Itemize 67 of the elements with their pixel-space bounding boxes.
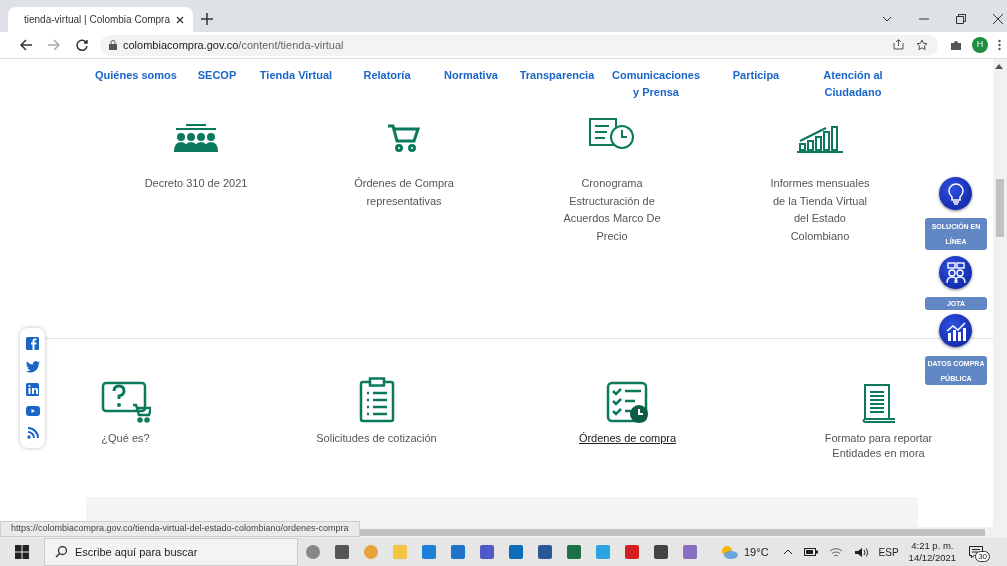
facebook-icon (26, 337, 39, 351)
feature-link[interactable]: Solicitudes de cotización (306, 431, 447, 446)
speaker-icon (853, 546, 868, 558)
twitter-icon (25, 360, 40, 373)
document-icon (860, 383, 897, 423)
nav-link[interactable]: Quiénes somos (95, 67, 177, 103)
reload-icon (76, 39, 88, 51)
chevron-up-icon (782, 549, 793, 555)
feature-link[interactable]: Órdenes de compra (557, 431, 698, 446)
language-indicator[interactable]: ESP (878, 544, 899, 560)
feature-link[interactable]: Informes mensuales de la Tienda Virtual del Estado Colombiano (765, 175, 875, 245)
people-chat-icon (944, 261, 967, 284)
more-icon (998, 39, 1001, 51)
star-icon (916, 39, 928, 51)
feature-link[interactable]: ¿Qué es? (55, 431, 196, 446)
vertical-scrollbar[interactable] (993, 59, 1007, 527)
feature-link[interactable]: Órdenes de Compra representativas (349, 175, 459, 210)
minimize-icon (919, 18, 929, 20)
question-cart-icon (100, 381, 151, 423)
linkedin-icon (26, 382, 39, 396)
lock-icon (109, 40, 117, 50)
battery-icon (803, 548, 818, 556)
nav-link[interactable]: Relatoría (363, 67, 411, 103)
new-tab-icon (201, 13, 213, 25)
search-icon (55, 546, 67, 558)
wifi-icon (828, 546, 843, 558)
checklist-clock-icon (605, 381, 650, 423)
round-icon-button[interactable] (939, 256, 972, 289)
chart-up-icon (944, 319, 967, 342)
video-play-icon (25, 406, 40, 417)
nav-link[interactable]: Transparencia (519, 67, 595, 103)
status-url-tooltip: https://colombiacompra.gov.co/tienda-virtual-del-estado-colombiano/ordenes-compra (0, 521, 360, 537)
cart-icon (387, 123, 421, 153)
url-text: colombiacompra.gov.co/content/tienda-virtual (123, 37, 344, 53)
lightbulb-icon (945, 182, 966, 205)
rss-icon (26, 426, 39, 439)
nav-link[interactable]: Atención al Ciudadano (808, 67, 898, 103)
nav-link[interactable]: Normativa (444, 67, 498, 103)
clipboard-list-icon (358, 377, 395, 423)
close-icon (993, 14, 1003, 24)
nav-link[interactable]: Tienda Virtual (259, 67, 333, 103)
windows-icon (15, 545, 29, 559)
chevron-down-icon (882, 16, 892, 22)
bar-growth-icon (796, 123, 844, 153)
temperature: 19°C (744, 544, 769, 560)
clock[interactable]: 4:21 p. m. 14/12/2021 (908, 540, 957, 564)
round-icon-button[interactable] (939, 314, 972, 347)
feature-link[interactable]: Cronograma Estructuración de Acuerdos Marco De Precio (557, 175, 667, 245)
nav-link[interactable]: SECOP (197, 67, 237, 103)
round-icon-button[interactable] (939, 177, 972, 210)
restore-icon (956, 14, 966, 24)
nav-link[interactable]: Comunicaciones y Prensa (611, 67, 701, 103)
notification-badge: 30 (975, 551, 991, 562)
share-icon (893, 39, 904, 50)
nav-link[interactable]: Participa (732, 67, 780, 103)
profile-avatar[interactable]: H (972, 37, 988, 53)
tab-title: tienda-virtual | Colombia Compra (24, 13, 170, 27)
scroll-up-icon (995, 64, 1003, 69)
feature-link[interactable]: Decreto 310 de 2021 (141, 175, 251, 193)
browser-tab[interactable]: tienda-virtual | Colombia Compra (8, 7, 193, 32)
address-field[interactable]: colombiacompra.gov.co/content/tienda-virtual (100, 34, 938, 56)
feature-link[interactable]: Formato para reportar Entidades en mora (808, 431, 949, 461)
back-icon (20, 39, 32, 51)
forward-icon (48, 39, 60, 51)
audience-icon (172, 123, 220, 153)
search-field[interactable]: Escribe aquí para buscar (44, 538, 298, 566)
weather-icon (720, 545, 738, 559)
